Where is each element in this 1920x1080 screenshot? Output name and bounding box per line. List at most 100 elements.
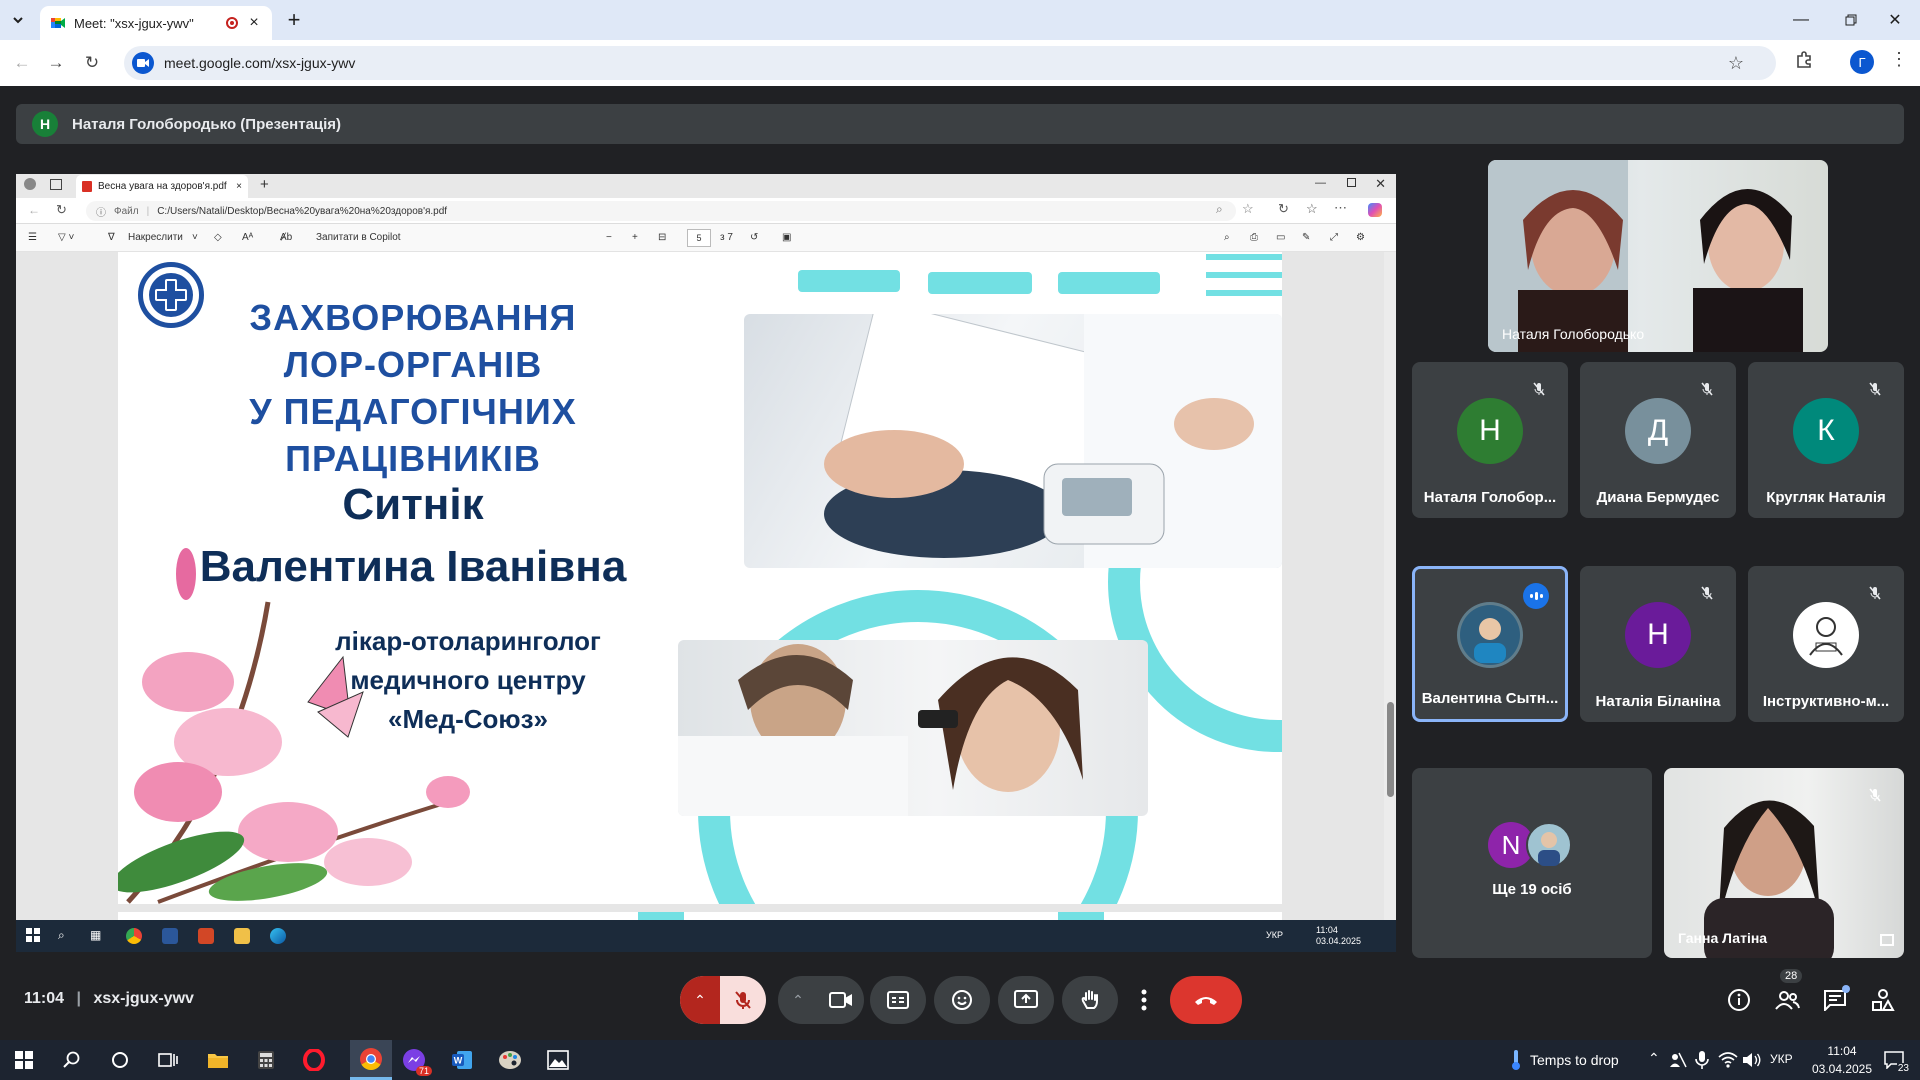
participant-tile[interactable]: Інструктивно-м... bbox=[1748, 566, 1904, 722]
pin-fullscreen-icon[interactable] bbox=[1880, 934, 1894, 946]
search-icon[interactable] bbox=[60, 1048, 84, 1072]
microphone-control-group[interactable]: ⌃ bbox=[680, 976, 766, 1024]
leave-call-button[interactable] bbox=[1170, 976, 1242, 1024]
pdf-print-icon: ⎙ bbox=[1250, 232, 1258, 243]
extensions-puzzle-icon[interactable] bbox=[1795, 51, 1813, 74]
participant-avatar: К bbox=[1793, 398, 1859, 464]
mic-off-icon bbox=[1526, 376, 1552, 402]
present-screen-button[interactable] bbox=[998, 976, 1054, 1024]
pdf-scrollbar bbox=[1384, 252, 1396, 920]
reload-icon[interactable]: ↻ bbox=[80, 51, 104, 75]
pdf-contents-icon: ☰ bbox=[28, 232, 37, 243]
word-taskbar-icon[interactable]: W bbox=[450, 1048, 474, 1072]
google-meet-icon bbox=[50, 15, 66, 31]
notification-count: 23 bbox=[1896, 1063, 1910, 1074]
thermometer-icon[interactable] bbox=[1508, 1048, 1524, 1072]
meeting-time: 11:04 bbox=[24, 990, 65, 1007]
participant-avatar: Н bbox=[1625, 602, 1691, 668]
participant-avatar: Д bbox=[1625, 398, 1691, 464]
audio-options-chevron-icon[interactable]: ⌃ bbox=[680, 976, 720, 1024]
browser-menu-icon[interactable]: ⋮ bbox=[1890, 49, 1908, 70]
participant-tile[interactable]: Н Наталя Голобор... bbox=[1412, 362, 1568, 518]
shared-screen[interactable]: Весна увага на здоров'я.pdf × + — ✕ ← ↻ … bbox=[16, 174, 1396, 952]
tray-chevron-icon[interactable]: ⌃ bbox=[1648, 1050, 1660, 1067]
captions-button[interactable] bbox=[870, 976, 926, 1024]
participant-tile-presenter-video[interactable]: Наталя Голобородько bbox=[1488, 160, 1828, 352]
participant-avatar bbox=[1457, 602, 1523, 668]
mic-off-icon bbox=[1862, 580, 1888, 606]
word-app-icon bbox=[162, 928, 178, 944]
chat-icon[interactable] bbox=[1818, 983, 1852, 1017]
tray-network-people-icon[interactable] bbox=[1666, 1048, 1690, 1072]
meeting-details-info-icon[interactable] bbox=[1722, 983, 1756, 1017]
tray-wifi-icon[interactable] bbox=[1716, 1048, 1740, 1072]
taskbar-lang: УКР bbox=[1266, 930, 1283, 940]
close-window-button[interactable]: ✕ bbox=[1872, 6, 1918, 34]
decor-pill bbox=[928, 272, 1032, 294]
calculator-icon[interactable] bbox=[254, 1048, 278, 1072]
magnolia-flowers-illustration bbox=[118, 548, 470, 904]
pdf-page-total: з 7 bbox=[720, 232, 733, 243]
file-explorer-icon[interactable] bbox=[206, 1048, 230, 1072]
profile-avatar[interactable]: Г bbox=[1850, 50, 1874, 74]
participant-tile[interactable]: Н Наталія Біланіна bbox=[1580, 566, 1736, 722]
tray-mic-icon[interactable] bbox=[1690, 1048, 1714, 1072]
decor-pill bbox=[798, 270, 900, 292]
weather-label[interactable]: Temps to drop bbox=[1530, 1052, 1619, 1068]
camera-button[interactable] bbox=[818, 976, 864, 1024]
info-icon: ⓘ bbox=[96, 207, 106, 219]
video-options-chevron-icon[interactable]: ⌃ bbox=[778, 976, 818, 1024]
participant-tile[interactable]: К Кругляк Наталія bbox=[1748, 362, 1904, 518]
camera-control-group[interactable]: ⌃ bbox=[778, 976, 864, 1024]
browser-tab-meet[interactable]: Meet: "xsx-jgux-ywv" × bbox=[40, 6, 272, 40]
people-icon[interactable]: 28 bbox=[1770, 969, 1804, 1017]
ent-doctor-photo bbox=[678, 640, 1148, 816]
edge-url-text: C:/Users/Natali/Desktop/Весна%20увага%20… bbox=[157, 205, 448, 217]
messenger-icon[interactable]: 71 bbox=[402, 1048, 432, 1076]
edge-close-icon: ✕ bbox=[1375, 176, 1386, 191]
slide-title-line: ЗАХВОРЮВАННЯ bbox=[249, 297, 577, 338]
participant-name: Кругляк Наталія bbox=[1766, 489, 1886, 506]
participant-name: Інструктивно-м... bbox=[1762, 693, 1890, 710]
minimize-window-button[interactable]: — bbox=[1778, 6, 1824, 34]
svg-text:W: W bbox=[454, 1056, 463, 1066]
clock-time[interactable]: 11:04 bbox=[1812, 1044, 1872, 1058]
pdf-search-icon: ⌕ bbox=[1224, 232, 1230, 243]
windows-start-icon[interactable] bbox=[12, 1048, 36, 1072]
participant-tile-video[interactable]: Ганна Латіна bbox=[1664, 768, 1904, 958]
task-view-icon[interactable] bbox=[156, 1048, 180, 1072]
participant-tile-others[interactable]: N Ще 19 осіб bbox=[1412, 768, 1652, 958]
tab-search-chevron-icon[interactable] bbox=[6, 8, 30, 32]
restore-window-button[interactable] bbox=[1828, 6, 1874, 34]
back-arrow-icon[interactable]: ← bbox=[10, 51, 34, 75]
participant-avatar: Н bbox=[1457, 398, 1523, 464]
address-bar[interactable]: meet.google.com/xsx-jgux-ywv ☆ bbox=[124, 46, 1776, 80]
photos-app-icon[interactable] bbox=[546, 1048, 570, 1072]
more-options-icon[interactable] bbox=[1126, 976, 1162, 1024]
participant-avatar bbox=[1793, 602, 1859, 668]
shared-edge-address-bar: ← ↻ ⓘ Файл | C:/Users/Natali/Desktop/Вес… bbox=[16, 198, 1396, 224]
edge-reload-icon: ↻ bbox=[56, 202, 67, 217]
mic-off-button[interactable] bbox=[720, 976, 766, 1024]
activities-icon[interactable] bbox=[1866, 983, 1900, 1017]
paint-app-icon[interactable] bbox=[498, 1048, 522, 1072]
close-tab-icon[interactable]: × bbox=[246, 14, 262, 32]
bookmark-star-icon[interactable]: ☆ bbox=[1728, 46, 1744, 80]
emoji-reactions-button[interactable] bbox=[934, 976, 990, 1024]
participant-tile[interactable]: Д Диана Бермудес bbox=[1580, 362, 1736, 518]
input-language[interactable]: УКР bbox=[1770, 1052, 1793, 1066]
clock-date[interactable]: 03.04.2025 bbox=[1806, 1062, 1878, 1076]
taskbar-time: 11:04 bbox=[1316, 925, 1338, 935]
raise-hand-button[interactable] bbox=[1062, 976, 1118, 1024]
cortana-circle-icon[interactable] bbox=[108, 1048, 132, 1072]
participant-count-badge: 28 bbox=[1780, 969, 1803, 983]
taskbar-date: 03.04.2025 bbox=[1316, 936, 1362, 946]
forward-arrow-icon[interactable]: → bbox=[44, 51, 68, 75]
new-tab-button[interactable]: + bbox=[282, 8, 306, 32]
notification-center-icon[interactable]: 23 bbox=[1882, 1048, 1910, 1074]
site-info-icon[interactable] bbox=[132, 52, 154, 74]
tray-volume-icon[interactable] bbox=[1740, 1048, 1764, 1072]
opera-browser-icon[interactable] bbox=[302, 1048, 326, 1072]
participant-tile-active-speaker[interactable]: Валентина Сытн... bbox=[1412, 566, 1568, 722]
chrome-taskbar-icon[interactable] bbox=[350, 1040, 392, 1080]
